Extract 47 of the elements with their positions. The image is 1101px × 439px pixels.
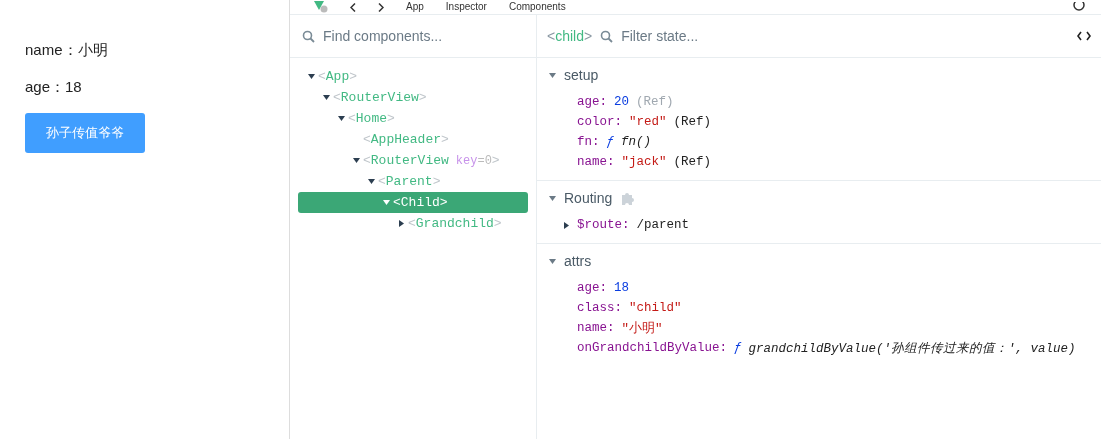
- forward-icon[interactable]: [378, 2, 384, 12]
- tree-node[interactable]: <App>: [298, 66, 528, 87]
- search-icon: [302, 29, 315, 43]
- page-text: age：18: [25, 77, 83, 97]
- logo-icon: [314, 1, 328, 13]
- puzzle-icon: [620, 190, 637, 206]
- toggle-icon[interactable]: [549, 71, 556, 79]
- toggle-icon[interactable]: [337, 115, 345, 122]
- back-icon[interactable]: [350, 2, 356, 12]
- tree-node[interactable]: <RouterView key=0>: [298, 150, 528, 171]
- filter-field[interactable]: Filter state...: [621, 28, 1069, 44]
- toggle-icon[interactable]: [549, 194, 556, 202]
- toggle-icon[interactable]: [397, 220, 405, 227]
- state-property: color: "red" (Ref): [576, 114, 713, 131]
- code-icon[interactable]: [1077, 31, 1091, 41]
- component-name: <child>: [547, 28, 593, 44]
- toggle-icon[interactable]: [307, 73, 315, 80]
- search-icon: [600, 29, 614, 43]
- breadcrumb-link[interactable]: Inspector: [445, 2, 487, 12]
- state-property: age: 18: [576, 280, 631, 297]
- page-text: name：小明: [25, 40, 109, 60]
- toggle-icon[interactable]: [322, 94, 330, 101]
- breadcrumb-link[interactable]: App: [406, 2, 424, 12]
- tree-node[interactable]: <AppHeader>: [298, 129, 528, 150]
- section-title[interactable]: setup: [564, 67, 599, 83]
- tree-node[interactable]: <RouterView>: [298, 87, 528, 108]
- tree-node[interactable]: <Grandchild>: [298, 213, 528, 234]
- section-title[interactable]: attrs: [564, 253, 592, 269]
- tree-node[interactable]: <Child>: [298, 192, 528, 213]
- search-field[interactable]: Find components...: [323, 28, 524, 44]
- toggle-icon[interactable]: [352, 157, 360, 164]
- send-button[interactable]: 孙子传值爷爷: [25, 113, 145, 153]
- state-property: fn: ƒ fn(): [576, 134, 653, 151]
- state-property: age: 20 (Ref): [576, 94, 675, 111]
- section-title[interactable]: Routing: [564, 190, 613, 206]
- breadcrumb-link[interactable]: Components: [508, 2, 566, 12]
- state-property: onGrandchildByValue: ƒ grandchildByValue('孙组件传过来的值：', value): [576, 340, 1077, 358]
- state-property: name: "jack" (Ref): [576, 154, 713, 171]
- state-property: $route: /parent: [563, 215, 1101, 235]
- toggle-icon[interactable]: [367, 178, 375, 185]
- expand-icon[interactable]: [563, 221, 570, 229]
- tree-node[interactable]: <Parent>: [298, 171, 528, 192]
- toggle-icon[interactable]: [549, 257, 556, 265]
- toggle-icon[interactable]: [382, 199, 390, 206]
- state-property: class: "child": [576, 300, 683, 317]
- tree-node[interactable]: <Home>: [298, 108, 528, 129]
- state-property: name: "小明": [576, 320, 664, 338]
